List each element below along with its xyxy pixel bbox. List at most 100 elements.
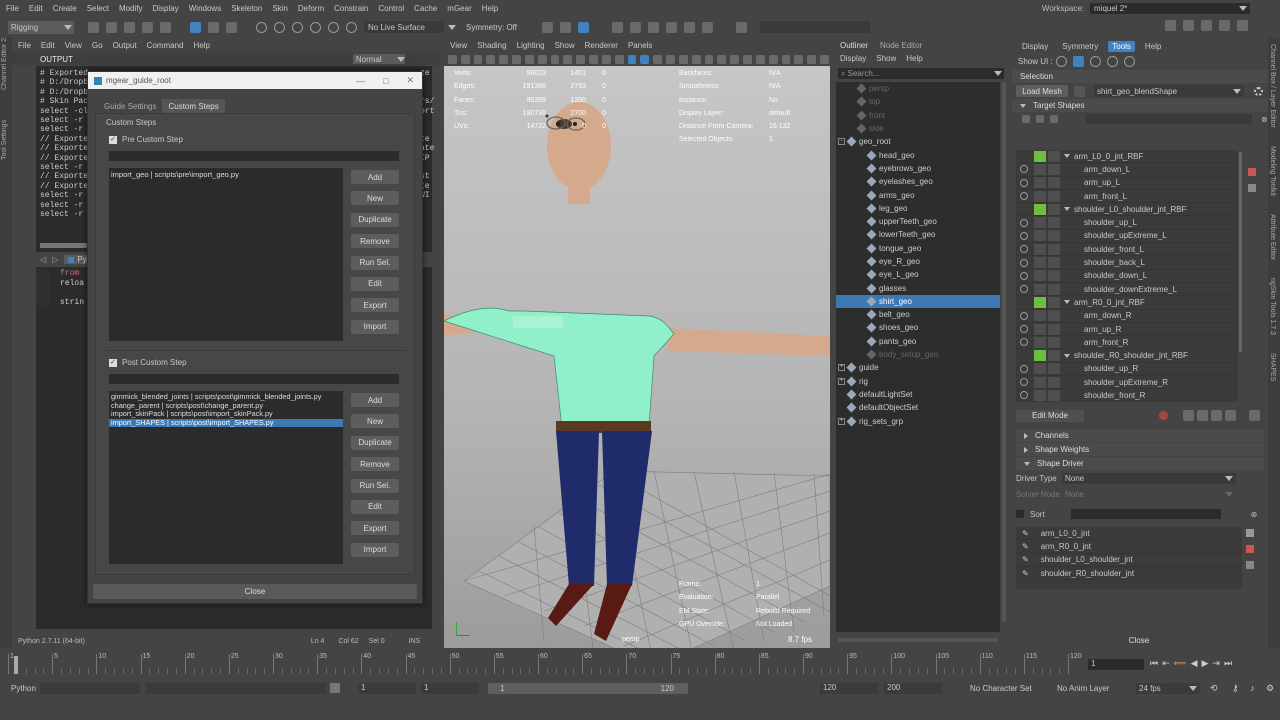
viewport-tool-icon[interactable] (601, 55, 611, 64)
viewport-tool-icon[interactable] (807, 55, 817, 64)
start2-field[interactable]: 1 (421, 683, 479, 694)
add-target-icon[interactable] (1022, 115, 1030, 123)
live-surface-field[interactable]: No Live Surface (364, 21, 444, 33)
shape-weights-header[interactable]: Shape Weights (1016, 443, 1264, 456)
edit-tool-icon[interactable] (1249, 410, 1260, 421)
hypershade-icon[interactable] (612, 21, 623, 33)
target-swatch[interactable] (1034, 389, 1046, 401)
redo-icon[interactable] (160, 21, 171, 33)
target-row[interactable]: arm_up_L (1016, 177, 1238, 190)
viewport-menu-renderer[interactable]: Renderer (585, 41, 618, 50)
render-icon[interactable] (560, 21, 571, 33)
outliner-item[interactable]: tongue_geo (836, 242, 1000, 255)
start-field[interactable]: 1 (358, 683, 416, 694)
show-ui-option-icon[interactable] (1123, 55, 1135, 67)
go-end-icon[interactable]: ⏭ (1224, 658, 1232, 669)
shapes-menu-help[interactable]: Help (1141, 41, 1165, 52)
viewport-tool-icon[interactable] (666, 55, 675, 64)
next-tab-icon[interactable]: ▷ (52, 255, 58, 264)
viewport-menu-view[interactable]: View (450, 41, 467, 50)
viewport-tool-icon[interactable] (730, 55, 740, 64)
menu-help[interactable]: Help (482, 4, 498, 13)
pre-edit-button[interactable]: Edit (351, 276, 399, 291)
blendshape-select[interactable]: shirt_geo_blendShape (1094, 85, 1244, 97)
target-row[interactable]: arm_front_R (1016, 336, 1238, 350)
post-add-button[interactable]: Add (351, 393, 399, 407)
visibility-icon[interactable] (1020, 325, 1028, 333)
script-menu-help[interactable]: Help (193, 41, 209, 50)
viewport-tool-icon[interactable] (794, 55, 804, 64)
layout-icon[interactable] (1237, 20, 1248, 31)
target-swatch[interactable] (1048, 217, 1060, 229)
post-remove-button[interactable]: Remove (351, 457, 399, 472)
target-swatch[interactable] (1048, 363, 1060, 375)
target-swatch[interactable] (1034, 217, 1046, 229)
viewport-tool-icon[interactable] (678, 55, 688, 64)
post-runsel-button[interactable]: Run Sel. (351, 478, 399, 493)
shapes-close-button[interactable]: Close (1016, 634, 1262, 646)
time-icon[interactable] (684, 21, 695, 33)
visibility-icon[interactable] (1020, 165, 1028, 174)
outliner-item[interactable]: head_geo (836, 148, 1000, 161)
collapse-icon[interactable] (1064, 207, 1070, 212)
timeline[interactable]: 1 5 10 15 20 25 30 35 40 45 50 55 60 65 70 75 80 85 90 95 10… (0, 652, 1280, 676)
step-back-key-icon[interactable]: ⇤ (1162, 658, 1170, 669)
target-row[interactable]: arm_down_L (1016, 163, 1238, 177)
outliner-item[interactable]: shoes_geo (836, 321, 1000, 334)
snap-grid-icon[interactable] (256, 21, 267, 33)
visibility-icon[interactable] (1020, 245, 1028, 254)
menu-modify[interactable]: Modify (119, 4, 143, 13)
target-swatch[interactable] (1048, 283, 1060, 295)
tab-custom-steps[interactable]: Custom Steps (162, 99, 225, 113)
prev-tab-icon[interactable]: ◁ (40, 255, 46, 264)
pre-duplicate-button[interactable]: Duplicate (351, 212, 399, 227)
visibility-icon[interactable] (1020, 258, 1028, 267)
script-menu-view[interactable]: View (65, 41, 82, 50)
tab-guide-settings[interactable]: Guide Settings (98, 99, 162, 113)
target-row[interactable]: shoulder_back_L (1016, 256, 1238, 270)
minimize-icon[interactable]: — (356, 76, 365, 86)
pre-add-button[interactable]: Add (351, 170, 399, 184)
sort-field[interactable] (1070, 509, 1221, 519)
post-new-button[interactable]: New (351, 414, 399, 429)
target-swatch[interactable] (1048, 323, 1060, 335)
edit-tool-icon[interactable] (1225, 410, 1236, 421)
post-export-button[interactable]: Export (351, 521, 399, 536)
end-field[interactable]: 120 (820, 683, 878, 694)
viewport-menu-shading[interactable]: Shading (477, 41, 506, 50)
target-swatch[interactable] (1034, 163, 1046, 175)
pre-export-button[interactable]: Export (351, 298, 399, 313)
target-swatch[interactable] (1048, 389, 1060, 401)
tool-settings-icon[interactable] (1201, 20, 1212, 31)
expand-icon[interactable]: + (838, 364, 845, 372)
select-mode-icon[interactable] (190, 21, 201, 33)
load-mesh-button[interactable]: Load Mesh (1016, 85, 1068, 97)
outliner-item[interactable]: glasses (836, 281, 1000, 294)
channel-box-icon[interactable] (1165, 20, 1176, 31)
outliner-item[interactable]: leg_geo (836, 202, 1000, 215)
target-swatch[interactable] (1048, 296, 1060, 308)
target-tool-icon[interactable] (1248, 168, 1256, 176)
dialog-close-button[interactable]: Close (93, 584, 417, 599)
target-shapes-header[interactable]: Target Shapes (1012, 99, 1268, 112)
viewport-tool-icon[interactable] (717, 55, 727, 64)
target-tool-icon[interactable] (1248, 184, 1256, 192)
outliner-item[interactable]: upperTeeth_geo (836, 215, 1000, 228)
post-edit-button[interactable]: Edit (351, 499, 399, 514)
target-swatch[interactable] (1034, 150, 1046, 162)
expand-icon[interactable]: + (838, 417, 845, 425)
edit-icon[interactable]: ✎ (1022, 569, 1029, 578)
add-target-icon[interactable] (1036, 115, 1044, 123)
target-swatch[interactable] (1048, 257, 1060, 269)
outliner-item[interactable]: + rig (836, 375, 1000, 388)
viewport-tool-icon[interactable] (550, 55, 560, 64)
right-side-tab[interactable]: ngSkin Tools 1.7.3 (1269, 278, 1276, 335)
viewport-tool-icon[interactable] (691, 55, 701, 64)
viewport-tool-icon[interactable] (473, 55, 483, 64)
target-row[interactable]: arm_up_R (1016, 323, 1238, 337)
visibility-icon[interactable] (1020, 391, 1028, 400)
menu-create[interactable]: Create (53, 4, 77, 13)
workspace-select[interactable]: miquel 2* (1090, 3, 1250, 14)
target-swatch[interactable] (1034, 203, 1046, 215)
visibility-icon[interactable] (1020, 178, 1028, 187)
